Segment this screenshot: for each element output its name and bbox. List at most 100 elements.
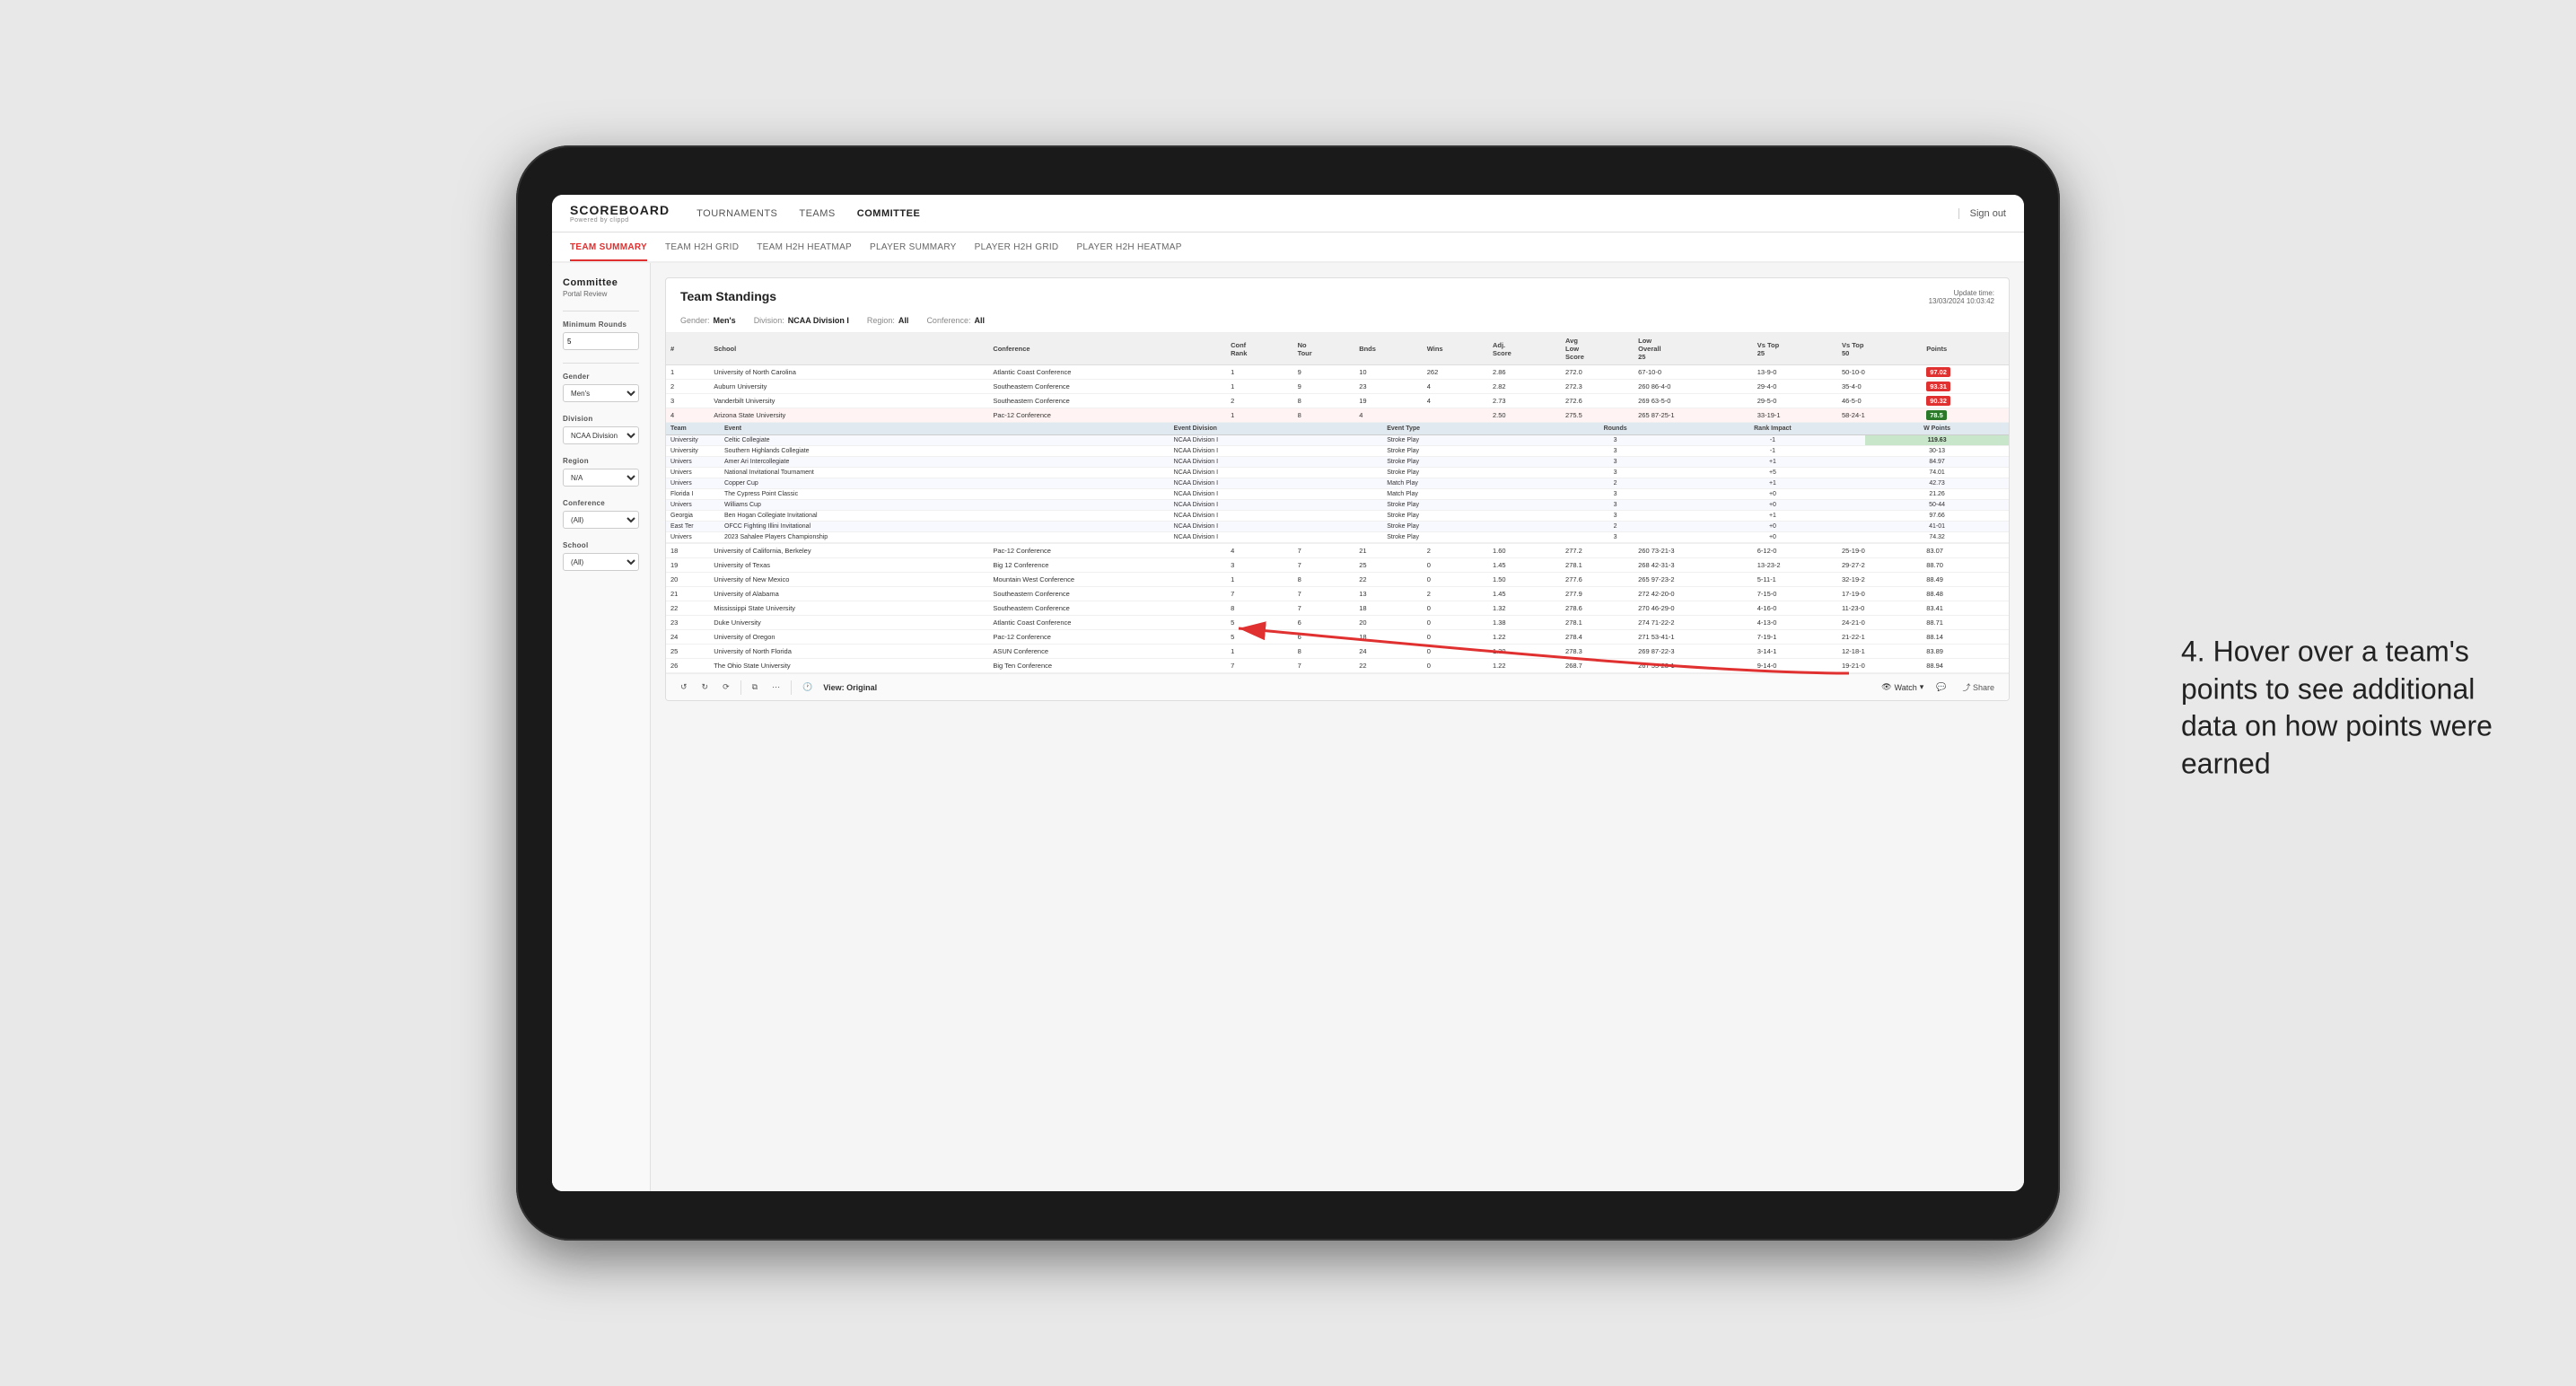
sidebar-region-select[interactable]: N/A (563, 469, 639, 487)
cell-overall: 272 42-20-0 (1634, 587, 1753, 601)
cell-adj: 1.30 (1488, 645, 1561, 659)
table-row[interactable]: 25 University of North Florida ASUN Conf… (666, 645, 2009, 659)
toolbar-clock[interactable]: 🕐 (799, 680, 816, 694)
sidebar-min-rounds-input[interactable] (563, 332, 639, 350)
toolbar-share[interactable]: ⤴ Share (1958, 680, 1998, 695)
cell-avg: 278.6 (1561, 601, 1634, 616)
cell-points[interactable]: 88.49 (1922, 573, 2009, 587)
toolbar-undo[interactable]: ↺ (677, 680, 691, 694)
table-row[interactable]: 18 University of California, Berkeley Pa… (666, 544, 2009, 558)
cell-school: Mississippi State University (709, 601, 988, 616)
expanded-row: Florida I The Cypress Point Classic NCAA… (666, 489, 2009, 500)
cell-vs50: 46-5-0 (1837, 394, 1922, 408)
logo-area: SCOREBOARD Powered by clippd (570, 203, 670, 224)
report-filters: Gender: Men's Division: NCAA Division I … (666, 312, 2009, 333)
sidebar-school-select[interactable]: (All) (563, 553, 639, 571)
sign-out-link[interactable]: Sign out (1958, 208, 2006, 219)
sidebar-conference-select[interactable]: (All) (563, 511, 639, 529)
cell-conf-rank: 7 (1226, 659, 1292, 673)
cell-vs50: 32-19-2 (1837, 573, 1922, 587)
cell-vs50: 21-22-1 (1837, 630, 1922, 645)
cell-rank: 19 (666, 558, 709, 573)
cell-vs50: 58-24-1 (1837, 408, 1922, 423)
subnav-player-h2h-heatmap[interactable]: PLAYER H2H HEATMAP (1076, 235, 1181, 259)
nav-tournaments[interactable]: TOURNAMENTS (697, 205, 777, 223)
cell-points[interactable]: 97.02 (1922, 365, 2009, 380)
share-label-text: Share (1973, 683, 1994, 692)
col-conference: Conference (988, 333, 1226, 365)
table-row[interactable]: 2 Auburn University Southeastern Confere… (666, 380, 2009, 394)
sidebar-gender-select[interactable]: Men's (563, 384, 639, 402)
cell-rank: 22 (666, 601, 709, 616)
cell-conference: Pac-12 Conference (988, 630, 1226, 645)
cell-adj: 1.45 (1488, 587, 1561, 601)
cell-points[interactable]: 83.89 (1922, 645, 2009, 659)
table-row[interactable]: 3 Vanderbilt University Southeastern Con… (666, 394, 2009, 408)
cell-points[interactable]: 88.48 (1922, 587, 2009, 601)
nav-committee[interactable]: COMMITTEE (857, 205, 921, 223)
sidebar-portal-subtitle: Portal Review (563, 290, 639, 298)
subnav-team-summary[interactable]: TEAM SUMMARY (570, 235, 647, 261)
sidebar-division: Division NCAA Division I (563, 415, 639, 444)
cell-points[interactable]: 83.07 (1922, 544, 2009, 558)
toolbar-copy[interactable]: ⧉ (749, 680, 761, 694)
subnav-team-h2h-grid[interactable]: TEAM H2H GRID (665, 235, 739, 259)
table-row[interactable]: 19 University of Texas Big 12 Conference… (666, 558, 2009, 573)
cell-points[interactable]: 88.14 (1922, 630, 2009, 645)
table-row[interactable]: 24 University of Oregon Pac-12 Conferenc… (666, 630, 2009, 645)
cell-tours: 9 (1293, 365, 1355, 380)
cell-wins: 0 (1423, 601, 1488, 616)
update-time-label: Update time: (1954, 289, 1994, 297)
cell-points[interactable]: 93.31 (1922, 380, 2009, 394)
table-row[interactable]: 21 University of Alabama Southeastern Co… (666, 587, 2009, 601)
cell-vs25: 29-4-0 (1753, 380, 1837, 394)
sidebar-gender-label: Gender (563, 373, 639, 381)
cell-points[interactable]: 88.94 (1922, 659, 2009, 673)
toolbar-watch-btn[interactable]: 👁 Watch ▾ (1881, 682, 1923, 692)
cell-points[interactable]: 88.71 (1922, 616, 2009, 630)
table-row[interactable]: 1 University of North Carolina Atlantic … (666, 365, 2009, 380)
nav-bar: SCOREBOARD Powered by clippd TOURNAMENTS… (552, 195, 2024, 232)
sidebar-conference: Conference (All) (563, 499, 639, 529)
cell-tours: 8 (1293, 573, 1355, 587)
cell-overall: 265 97-23-2 (1634, 573, 1753, 587)
subnav-player-h2h-grid[interactable]: PLAYER H2H GRID (975, 235, 1059, 259)
table-row[interactable]: 23 Duke University Atlantic Coast Confer… (666, 616, 2009, 630)
toolbar-comment[interactable]: 💬 (1932, 680, 1950, 694)
cell-overall: 271 53-41-1 (1634, 630, 1753, 645)
cell-points[interactable]: 83.41 (1922, 601, 2009, 616)
subnav-player-summary[interactable]: PLAYER SUMMARY (870, 235, 957, 259)
cell-bnds: 22 (1354, 573, 1423, 587)
cell-adj: 2.82 (1488, 380, 1561, 394)
update-time-value: 13/03/2024 10:03:42 (1929, 297, 1994, 305)
cell-adj: 1.45 (1488, 558, 1561, 573)
table-row[interactable]: 22 Mississippi State University Southeas… (666, 601, 2009, 616)
filter-gender-label: Gender: (680, 316, 710, 325)
subnav-team-h2h-heatmap[interactable]: TEAM H2H HEATMAP (757, 235, 852, 259)
cell-wins: 2 (1423, 587, 1488, 601)
nav-teams[interactable]: TEAMS (799, 205, 835, 223)
cell-vs50: 24-21-0 (1837, 616, 1922, 630)
toolbar-separator-1 (740, 680, 741, 695)
cell-points[interactable]: 88.70 (1922, 558, 2009, 573)
toolbar-settings[interactable]: ⋯ (768, 680, 784, 694)
toolbar-separator-2 (791, 680, 792, 695)
cell-rank: 3 (666, 394, 709, 408)
main-content: Committee Portal Review Minimum Rounds G… (552, 263, 2024, 1191)
col-conf-rank: ConfRank (1226, 333, 1292, 365)
filter-region: Region: All (867, 316, 909, 325)
col-adj-score: Adj.Score (1488, 333, 1561, 365)
table-row[interactable]: 26 The Ohio State University Big Ten Con… (666, 659, 2009, 673)
table-row[interactable]: 20 University of New Mexico Mountain Wes… (666, 573, 2009, 587)
cell-points[interactable]: 90.32 (1922, 394, 2009, 408)
toolbar-refresh[interactable]: ⟳ (719, 680, 733, 694)
cell-adj: 1.22 (1488, 659, 1561, 673)
cell-points[interactable]: 78.5 (1922, 408, 2009, 423)
table-row-highlighted[interactable]: 4 Arizona State University Pac-12 Confer… (666, 408, 2009, 423)
cell-school: Vanderbilt University (709, 394, 988, 408)
toolbar-redo[interactable]: ↻ (698, 680, 713, 694)
sidebar-division-select[interactable]: NCAA Division I (563, 426, 639, 444)
view-label-text: View: Original (823, 683, 877, 692)
filter-gender-value: Men's (714, 316, 736, 325)
cell-overall: 265 87-25-1 (1634, 408, 1753, 423)
